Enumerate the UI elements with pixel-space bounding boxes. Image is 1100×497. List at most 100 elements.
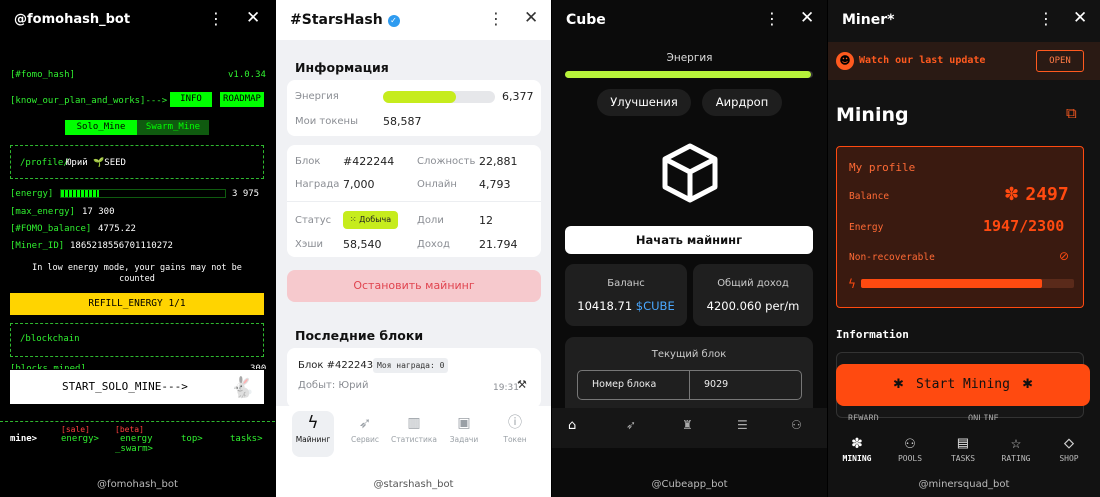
energy-bar-fill	[61, 190, 99, 197]
nav-friends-icon[interactable]: ⚇	[791, 418, 802, 432]
shares-value: 12	[479, 214, 493, 227]
blocks-mined-value: 300	[250, 364, 267, 369]
balance-label: Balance	[849, 191, 890, 202]
non-recoverable-label: Non-recoverable	[849, 252, 935, 263]
nav-rocket-icon[interactable]: ➶	[626, 418, 636, 432]
close-icon[interactable]: ✕	[800, 8, 814, 28]
header: Miner* ⋮ ✕	[828, 0, 1100, 40]
income-label: Общий доход	[717, 278, 789, 289]
block-number-table: Номер блока 9029	[577, 370, 802, 400]
more-icon[interactable]: ⋮	[764, 9, 780, 29]
close-icon[interactable]: ✕	[1073, 8, 1087, 28]
info-section-title: Информация	[295, 60, 389, 75]
plan-link[interactable]: [know_our_plan_and_works]--->	[10, 95, 167, 107]
info-icon: ⓘ	[508, 415, 522, 431]
stop-mining-button[interactable]: Остановить майнинг	[287, 270, 541, 302]
energy-bar-fill	[565, 71, 811, 78]
nav-shop[interactable]: ◇ SHOP	[1044, 432, 1094, 463]
tag-label: [#fomo_hash]	[10, 70, 76, 80]
nav-mining-label: Майнинг	[295, 435, 331, 444]
refill-energy-button[interactable]: REFILL_ENERGY 1/1	[10, 293, 264, 315]
minersquad-panel: Miner* ⋮ ✕ ☻ Watch our last update OPEN …	[828, 0, 1100, 497]
nav-trophy-icon[interactable]: ♜	[682, 418, 693, 432]
profile-label: /profile/	[20, 158, 69, 168]
app-title: #StarsHash ✓	[290, 12, 400, 28]
nav-tasks[interactable]: ▤ TASKS	[938, 432, 988, 463]
nav-service[interactable]: ➶ Сервис	[344, 411, 386, 444]
blockchain-label: /blockchain	[20, 334, 80, 344]
nav-service-label: Сервис	[350, 435, 380, 444]
header: #StarsHash ✓ ⋮ ✕	[276, 0, 551, 40]
nav-home-icon[interactable]: ⌂	[568, 418, 576, 433]
status-label: Статус	[295, 215, 332, 226]
start-solo-mine-button[interactable]: START_SOLO_MINE---> 🐇	[10, 370, 264, 404]
status-badge-text: Добыча	[359, 215, 392, 224]
nav-energy-swarm-2[interactable]: _swarm>	[115, 443, 153, 455]
energy-value: 1947/2300	[983, 217, 1065, 235]
solo-mine-tab[interactable]: Solo_Mine	[65, 120, 137, 135]
energy-bar	[60, 189, 226, 198]
miner-id-value: 1865218556701110272	[70, 241, 173, 251]
nav-shop-label: SHOP	[1059, 454, 1079, 463]
swarm-mine-tab[interactable]: Swarm_Mine	[137, 120, 209, 135]
open-button[interactable]: OPEN	[1036, 50, 1084, 72]
nav-tasks[interactable]: tasks>	[230, 433, 263, 445]
hashes-label: Хэши	[295, 239, 323, 250]
nav-token-label: Токен	[503, 435, 527, 444]
current-block-label: Текущий блок	[651, 349, 727, 360]
airdrop-button[interactable]: Аирдроп	[702, 89, 782, 116]
wallet-icon[interactable]: ⧉	[1066, 104, 1077, 122]
nav-rating[interactable]: ☆ RATING	[991, 432, 1041, 463]
nav-mine[interactable]: mine>	[10, 433, 37, 445]
bottom-nav-divider	[0, 421, 275, 422]
cube-panel: Cube ⋮ ✕ Энергия Улучшения Аирдроп Начат…	[552, 0, 827, 497]
info-button[interactable]: INFO	[170, 92, 212, 107]
close-icon[interactable]: ✕	[246, 8, 260, 28]
hashes-value: 58,540	[343, 238, 382, 251]
footer-handle: @minersquad_bot	[918, 479, 1010, 490]
energy-bar	[565, 71, 813, 78]
upgrades-button[interactable]: Улучшения	[597, 89, 691, 116]
star-icon: ☆	[1010, 433, 1022, 453]
rabbit-icon: 🐇	[230, 375, 255, 399]
nav-stats-label: Статистика	[391, 435, 437, 444]
nav-top[interactable]: top>	[181, 433, 203, 445]
nav-tasks-label: TASKS	[950, 454, 976, 463]
app-title: Cube	[566, 12, 606, 28]
nav-tasks[interactable]: ▣ Задачи	[442, 411, 486, 444]
rocket-icon: ➶	[358, 414, 372, 432]
energy-lightning-icon: ϟ	[848, 277, 856, 291]
start-mining-button[interactable]: Начать майнинг	[565, 226, 813, 254]
balance-value: ✽ 2497	[1004, 184, 1069, 205]
nav-pools[interactable]: ⚇ POOLS	[885, 432, 935, 463]
pickaxe-icon: ⚒	[517, 378, 527, 391]
status-badge: ⁙ Добыча	[343, 211, 398, 229]
more-icon[interactable]: ⋮	[488, 9, 504, 29]
nav-token[interactable]: ⓘ Токен	[494, 411, 536, 444]
start-mining-label: Start Mining	[916, 377, 1010, 392]
roadmap-button[interactable]: ROADMAP	[220, 92, 264, 107]
tokens-label: Мои токены	[295, 116, 358, 127]
starshash-panel: #StarsHash ✓ ⋮ ✕ Информация Энергия 6,37…	[276, 0, 551, 497]
nav-energy[interactable]: energy>	[61, 433, 99, 445]
fomohash-panel: @fomohash_bot ⋮ ✕ [#fomo_hash] v1.0.34 […	[0, 0, 275, 497]
nav-tasks-label: Задачи	[449, 435, 479, 444]
close-icon[interactable]: ✕	[524, 8, 538, 28]
lightning-icon: ϟ	[307, 413, 319, 433]
nav-mining[interactable]: ϟ Майнинг	[292, 411, 334, 457]
mined-by: Добыт: Юрий	[298, 380, 369, 391]
balance-card	[565, 264, 687, 326]
nav-list-icon[interactable]: ☰	[737, 418, 748, 432]
complexity-value: 22,881	[479, 155, 518, 168]
footer-handle: @fomohash_bot	[97, 479, 178, 490]
more-icon[interactable]: ⋮	[1038, 9, 1054, 29]
coin-icon: ✽	[1004, 184, 1020, 205]
more-icon[interactable]: ⋮	[208, 9, 224, 29]
clipboard-icon: ▣	[457, 415, 471, 431]
start-mining-button[interactable]: ✱ Start Mining ✱	[836, 364, 1090, 406]
nav-stats[interactable]: ▥ Статистика	[390, 411, 438, 444]
nav-mining[interactable]: ✽ MINING	[832, 432, 882, 463]
miner-id-label: [Miner_ID]	[10, 241, 65, 251]
card-divider	[287, 201, 541, 202]
loading-icon: ⁙	[349, 215, 357, 224]
